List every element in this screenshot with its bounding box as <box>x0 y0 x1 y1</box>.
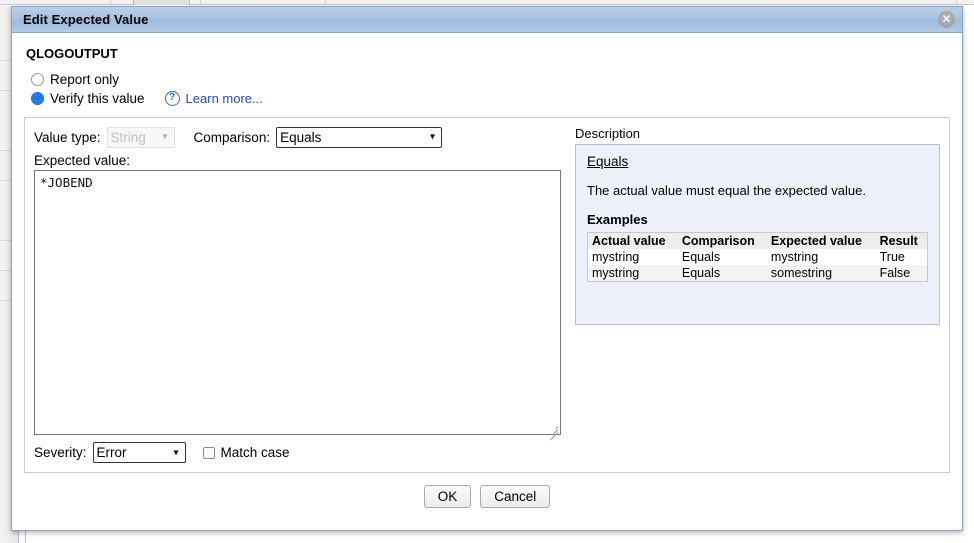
description-box: Equals The actual value must equal the e… <box>575 144 940 325</box>
ok-button[interactable]: OK <box>423 485 472 508</box>
expected-value-textarea[interactable]: *JOBEND <box>34 170 561 435</box>
edit-expected-value-dialog: Edit Expected Value ✕ QLOGOUTPUT Report … <box>11 6 963 531</box>
table-cell: mystring <box>587 265 678 282</box>
description-body: The actual value must equal the expected… <box>587 183 866 198</box>
expected-value-label: Expected value: <box>34 153 131 168</box>
dialog-footer: OK Cancel <box>24 485 950 508</box>
radio-report-only[interactable]: Report only <box>31 70 950 89</box>
variable-name: QLOGOUTPUT <box>26 46 118 61</box>
table-row: mystring Equals somestring False <box>587 265 928 282</box>
description-section-label: Description <box>575 126 641 141</box>
dialog-title: Edit Expected Value <box>23 12 149 27</box>
table-row: mystring Equals mystring True <box>588 249 928 265</box>
examples-table: Actual value Comparison Expected value R… <box>587 232 928 282</box>
background-toolbar <box>0 0 974 5</box>
value-type-label: Value type: <box>34 129 101 145</box>
table-header-row: Actual value Comparison Expected value R… <box>587 232 928 249</box>
form-left-column: Value type: String ▾ Comparison: Equals <box>34 126 561 441</box>
table-header-cell: Expected value <box>766 232 876 249</box>
dialog-body: QLOGOUTPUT Report only Verify this value… <box>12 33 962 508</box>
radio-report-only-indicator[interactable] <box>31 73 44 86</box>
table-cell: False <box>875 265 928 282</box>
comparison-select[interactable]: Equals <box>276 126 443 148</box>
dialog-titlebar: Edit Expected Value ✕ <box>12 7 962 33</box>
table-header-cell: Comparison <box>677 232 767 249</box>
expected-value-textarea-wrap: *JOBEND <box>34 170 561 441</box>
learn-more-group: ? Learn more... <box>164 91 263 106</box>
close-icon[interactable]: ✕ <box>938 11 955 28</box>
form-panel-inner: Value type: String ▾ Comparison: Equals <box>25 118 949 441</box>
help-circle-icon[interactable]: ? <box>164 91 180 106</box>
severity-row: Severity: Error ▾ Match case <box>34 442 290 463</box>
table-cell: True <box>879 250 905 264</box>
table-cell: mystring <box>770 250 819 264</box>
description-heading: Equals <box>587 154 629 169</box>
value-type-select: String <box>106 126 175 148</box>
match-case-label: Match case <box>220 445 290 460</box>
severity-label: Severity: <box>34 445 87 460</box>
learn-more-link[interactable]: Learn more... <box>186 91 263 106</box>
type-and-comparison-row: Value type: String ▾ Comparison: Equals <box>34 126 561 148</box>
cancel-button[interactable]: Cancel <box>480 485 551 508</box>
value-type-select-wrap: String ▾ <box>101 126 175 148</box>
severity-select-wrap[interactable]: Error ▾ <box>87 442 186 463</box>
description-column: Description Equals The actual value must… <box>575 126 940 440</box>
radio-verify-this-value-label: Verify this value <box>50 91 145 106</box>
match-case-checkbox[interactable] <box>202 446 215 459</box>
table-header-cell: Result <box>875 232 928 249</box>
table-cell: mystring <box>592 250 640 264</box>
table-cell: somestring <box>766 265 876 282</box>
form-panel: Value type: String ▾ Comparison: Equals <box>24 117 950 473</box>
severity-select[interactable]: Error <box>92 442 186 463</box>
table-header-cell: Actual value <box>587 232 678 249</box>
comparison-label: Comparison: <box>193 129 271 145</box>
table-cell: Equals <box>681 250 721 264</box>
table-cell: Equals <box>677 265 767 282</box>
comparison-select-wrap[interactable]: Equals ▾ <box>270 126 443 148</box>
radio-verify-this-value[interactable]: Verify this value ? Learn more... <box>31 89 950 108</box>
examples-label: Examples <box>587 212 648 227</box>
radio-verify-this-value-indicator[interactable] <box>31 92 44 105</box>
radio-report-only-label: Report only <box>50 72 120 87</box>
